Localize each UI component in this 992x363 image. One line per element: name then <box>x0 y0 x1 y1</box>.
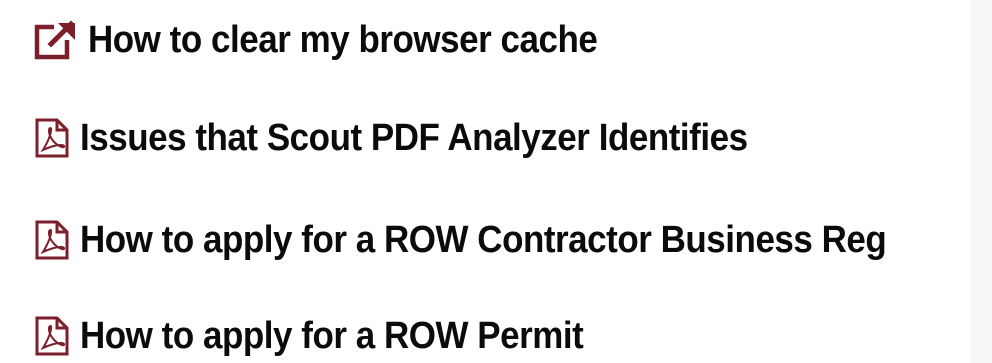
link-scout-pdf-analyzer-issues[interactable]: Issues that Scout PDF Analyzer Identifie… <box>34 108 806 168</box>
pdf-file-icon <box>34 315 70 357</box>
page-edge-strip <box>970 0 992 363</box>
link-row-contractor-business-reg[interactable]: How to apply for a ROW Contractor Busine… <box>34 210 956 270</box>
link-label: How to clear my browser cache <box>88 18 598 61</box>
pdf-file-icon <box>34 117 70 159</box>
link-clear-browser-cache[interactable]: How to clear my browser cache <box>34 10 642 70</box>
link-label: How to apply for a ROW Contractor Busine… <box>80 218 887 261</box>
link-row-permit[interactable]: How to apply for a ROW Permit <box>34 306 627 363</box>
link-label: How to apply for a ROW Permit <box>80 314 584 357</box>
pdf-file-icon <box>34 219 70 261</box>
link-label: Issues that Scout PDF Analyzer Identifie… <box>80 116 748 159</box>
external-link-icon <box>34 20 78 60</box>
